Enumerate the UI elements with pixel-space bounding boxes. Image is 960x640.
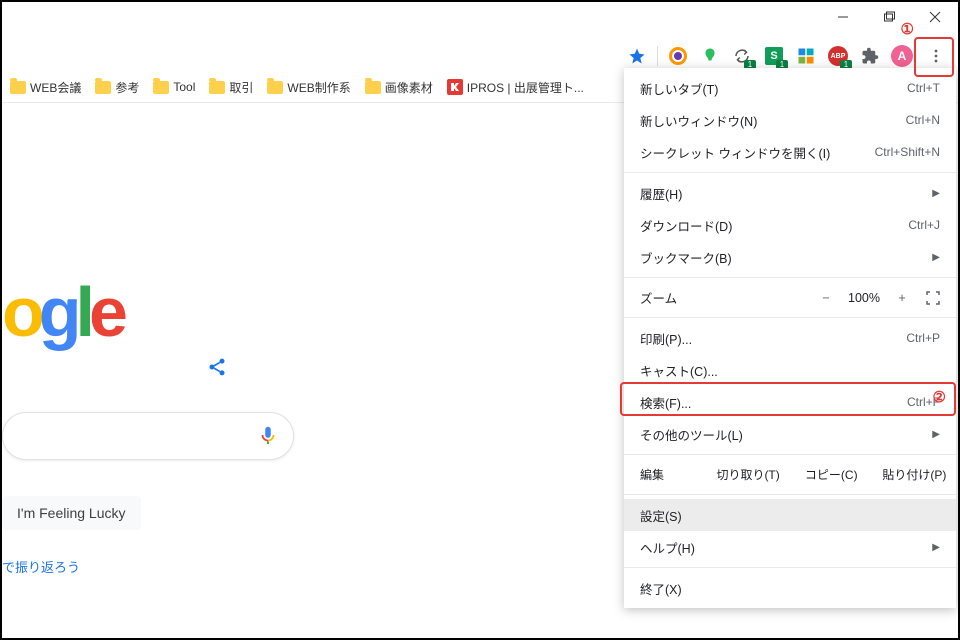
chevron-right-icon: ▶ [932,542,940,553]
promo-link[interactable]: で振り返ろう [2,557,80,576]
folder-icon [10,81,26,94]
menu-more-tools[interactable]: その他のツール(L)▶ [624,418,956,450]
close-button[interactable] [912,2,958,32]
menu-new-tab[interactable]: 新しいタブ(T)Ctrl+T [624,72,956,104]
menu-history[interactable]: 履歴(H)▶ [624,177,956,209]
menu-edit-label: 編集 [624,459,707,490]
bookmark-folder[interactable]: Tool [153,80,195,94]
extension-icon[interactable] [698,44,722,68]
menu-settings[interactable]: 設定(S) [624,499,956,531]
chevron-right-icon: ▶ [932,188,940,199]
profile-avatar[interactable]: A [890,44,914,68]
search-input[interactable] [2,412,294,460]
chrome-menu: 新しいタブ(T)Ctrl+T 新しいウィンドウ(N)Ctrl+N シークレット … [624,68,956,608]
extensions-puzzle-icon[interactable] [858,44,882,68]
menu-paste[interactable]: 貼り付け(P) [873,459,956,490]
zoom-value: 100% [840,291,888,305]
menu-find[interactable]: 検索(F)...Ctrl+F [624,386,956,418]
menu-help[interactable]: ヘルプ(H)▶ [624,531,956,563]
menu-new-window[interactable]: 新しいウィンドウ(N)Ctrl+N [624,104,956,136]
folder-icon [153,81,169,94]
menu-copy[interactable]: コピー(C) [790,459,873,490]
minimize-button[interactable] [820,2,866,32]
feeling-lucky-button[interactable]: I'm Feeling Lucky [2,496,141,530]
fullscreen-icon[interactable] [922,290,944,306]
menu-print[interactable]: 印刷(P)...Ctrl+P [624,322,956,354]
bookmark-star-icon[interactable] [625,44,649,68]
folder-icon [95,81,111,94]
folder-icon [267,81,283,94]
menu-edit-row: 編集 切り取り(T) コピー(C) 貼り付け(P) [624,459,956,490]
bookmark-folder[interactable]: 参考 [95,79,139,96]
voice-search-icon[interactable] [257,424,279,449]
toolbar-divider [657,46,658,66]
extension-icon[interactable]: ABP1 [826,44,850,68]
folder-icon [365,81,381,94]
bookmark-folder[interactable]: 画像素材 [365,79,433,96]
google-logo: ogle [2,272,122,352]
extension-icon[interactable]: S1 [762,44,786,68]
window-controls [820,2,958,32]
chevron-right-icon: ▶ [932,429,940,440]
zoom-out-button[interactable]: − [812,291,840,305]
callout-number-2: ② [933,388,946,406]
menu-cast[interactable]: キャスト(C)... [624,354,956,386]
menu-exit[interactable]: 終了(X) [624,572,956,604]
bookmark-link[interactable]: IPROS | 出展管理ト... [447,79,584,96]
menu-downloads[interactable]: ダウンロード(D)Ctrl+J [624,209,956,241]
menu-button[interactable] [922,42,950,70]
zoom-in-button[interactable]: + [888,291,916,305]
menu-bookmarks[interactable]: ブックマーク(B)▶ [624,241,956,273]
bookmark-folder[interactable]: 取引 [209,79,253,96]
menu-zoom: ズーム − 100% + [624,282,956,313]
extension-icon[interactable] [794,44,818,68]
menu-cut[interactable]: 切り取り(T) [707,459,790,490]
extension-icon[interactable] [666,44,690,68]
ipros-icon [447,79,463,95]
folder-icon [209,81,225,94]
share-icon[interactable] [207,357,227,380]
bookmark-folder[interactable]: WEB制作系 [267,79,350,96]
extension-icon[interactable]: 1 [730,44,754,68]
chevron-right-icon: ▶ [932,252,940,263]
bookmark-folder[interactable]: WEB会議 [10,79,81,96]
menu-incognito[interactable]: シークレット ウィンドウを開く(I)Ctrl+Shift+N [624,136,956,168]
callout-number-1: ① [901,20,914,38]
